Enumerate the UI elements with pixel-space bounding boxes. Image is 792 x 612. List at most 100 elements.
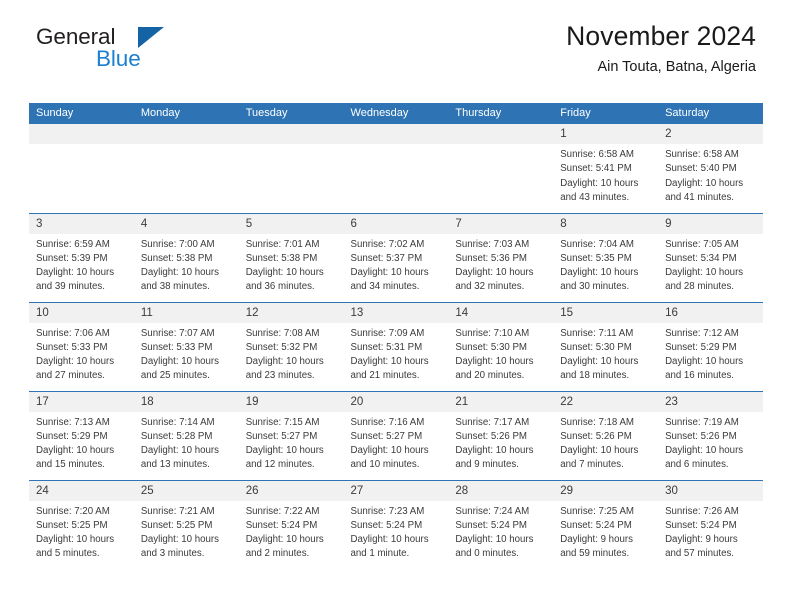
calendar-day-cell[interactable]: 6 Sunrise: 7:02 AM Sunset: 5:37 PM Daylight… <box>343 212 449 302</box>
day-number <box>343 124 449 144</box>
daylight-text-line2: and 10 minutes. <box>350 459 420 471</box>
day-number: 12 <box>238 302 344 323</box>
sun-times: Sunrise: 7:20 AM Sunset: 5:25 PM Daylight:… <box>29 501 134 562</box>
daylight-text-line1: Daylight: 10 hours <box>350 534 429 546</box>
calendar-day-cell[interactable]: 27 Sunrise: 7:23 AM Sunset: 5:24 PM Dayligh… <box>343 479 449 569</box>
calendar-day-cell[interactable]: 11 Sunrise: 7:07 AM Sunset: 5:33 PM Dayligh… <box>133 301 239 391</box>
calendar-week-row: 1 Sunrise: 6:58 AM Sunset: 5:41 PM Daylight… <box>29 124 763 213</box>
calendar-day-cell[interactable]: 19 Sunrise: 7:15 AM Sunset: 5:27 PM Dayligh… <box>238 390 344 480</box>
calendar-week-row: 10 Sunrise: 7:06 AM Sunset: 5:33 PM Dayligh… <box>29 301 763 391</box>
calendar-day-cell[interactable]: 7 Sunrise: 7:03 AM Sunset: 5:36 PM Daylight… <box>448 212 554 302</box>
sunrise-text: Sunrise: 7:12 AM <box>665 327 739 339</box>
weekday-header-sunday: Sunday <box>29 103 134 124</box>
calendar-body: 1 Sunrise: 6:58 AM Sunset: 5:41 PM Daylight… <box>29 124 763 569</box>
calendar-day-cell[interactable]: 20 Sunrise: 7:16 AM Sunset: 5:27 PM Dayligh… <box>343 390 449 480</box>
calendar-day-cell[interactable]: 22 Sunrise: 7:18 AM Sunset: 5:26 PM Dayligh… <box>553 390 659 480</box>
day-number: 6 <box>343 213 449 234</box>
sun-times: Sunrise: 7:06 AM Sunset: 5:33 PM Daylight:… <box>29 323 134 384</box>
sun-times: Sunrise: 7:04 AM Sunset: 5:35 PM Daylight:… <box>553 234 658 295</box>
sunrise-text: Sunrise: 7:25 AM <box>560 505 634 517</box>
daylight-text-line1: Daylight: 10 hours <box>560 177 639 189</box>
sun-times: Sunrise: 7:26 AM Sunset: 5:24 PM Daylight:… <box>658 501 763 562</box>
sunset-text: Sunset: 5:27 PM <box>245 430 318 442</box>
calendar-day-cell[interactable]: 10 Sunrise: 7:06 AM Sunset: 5:33 PM Dayligh… <box>29 301 134 391</box>
day-number: 7 <box>448 213 554 234</box>
daylight-text-line2: and 32 minutes. <box>455 281 525 293</box>
daylight-text-line2: and 38 minutes. <box>140 281 210 293</box>
calendar-day-cell[interactable]: 29 Sunrise: 7:25 AM Sunset: 5:24 PM Dayligh… <box>553 479 659 570</box>
calendar-day-cell[interactable]: 3 Sunrise: 6:59 AM Sunset: 5:39 PM Daylight… <box>29 212 134 302</box>
weekday-header-thursday: Thursday <box>448 103 554 124</box>
weekday-header-saturday: Saturday <box>658 103 763 124</box>
calendar-day-cell[interactable]: 26 Sunrise: 7:22 AM Sunset: 5:24 PM Dayligh… <box>238 479 344 569</box>
calendar-day-cell[interactable]: 2 Sunrise: 6:58 AM Sunset: 5:40 PM Daylight… <box>658 124 763 213</box>
sunrise-text: Sunrise: 7:01 AM <box>245 238 320 250</box>
daylight-text-line1: Daylight: 10 hours <box>140 445 219 457</box>
sun-times: Sunrise: 7:21 AM Sunset: 5:25 PM Daylight:… <box>134 501 239 562</box>
sunrise-text: Sunrise: 7:22 AM <box>245 505 320 517</box>
calendar-day-cell[interactable]: 30 Sunrise: 7:26 AM Sunset: 5:24 PM Dayligh… <box>658 479 763 569</box>
calendar-day-cell[interactable]: 8 Sunrise: 7:04 AM Sunset: 5:35 PM Daylight… <box>553 212 659 302</box>
day-cell-inner: 22 Sunrise: 7:18 AM Sunset: 5:26 PM Dayligh… <box>553 391 659 480</box>
logo-text-blue: Blue <box>96 46 141 71</box>
day-cell-inner: 29 Sunrise: 7:25 AM Sunset: 5:24 PM Dayligh… <box>553 480 659 570</box>
day-number: 22 <box>553 391 659 412</box>
calendar-day-cell[interactable]: 18 Sunrise: 7:14 AM Sunset: 5:28 PM Dayligh… <box>133 390 239 480</box>
calendar-day-cell[interactable]: 4 Sunrise: 7:00 AM Sunset: 5:38 PM Daylight… <box>133 212 239 302</box>
day-number: 13 <box>343 302 449 323</box>
day-number <box>238 124 344 144</box>
calendar-day-cell-empty <box>29 124 134 213</box>
daylight-text-line2: and 57 minutes. <box>665 548 734 560</box>
daylight-text-line2: and 3 minutes. <box>140 548 205 560</box>
calendar-day-cell[interactable]: 13 Sunrise: 7:09 AM Sunset: 5:31 PM Dayligh… <box>343 301 449 391</box>
sunrise-text: Sunrise: 7:10 AM <box>455 327 530 339</box>
sunrise-text: Sunrise: 7:06 AM <box>36 327 110 339</box>
daylight-text-line2: and 9 minutes. <box>455 459 519 471</box>
calendar-day-cell[interactable]: 15 Sunrise: 7:11 AM Sunset: 5:30 PM Dayligh… <box>553 301 659 391</box>
calendar-day-cell[interactable]: 9 Sunrise: 7:05 AM Sunset: 5:34 PM Daylight… <box>658 212 763 302</box>
calendar-day-cell[interactable]: 25 Sunrise: 7:21 AM Sunset: 5:25 PM Dayligh… <box>133 479 239 569</box>
daylight-text-line1: Daylight: 9 hours <box>665 534 738 546</box>
sunrise-text: Sunrise: 7:18 AM <box>560 416 634 428</box>
sunset-text: Sunset: 5:29 PM <box>665 341 737 353</box>
sun-times: Sunrise: 7:02 AM Sunset: 5:37 PM Daylight:… <box>344 234 449 295</box>
general-blue-logo[interactable]: General Blue <box>36 25 186 82</box>
calendar-day-cell[interactable]: 12 Sunrise: 7:08 AM Sunset: 5:32 PM Dayligh… <box>238 301 344 391</box>
calendar-day-cell[interactable]: 21 Sunrise: 7:17 AM Sunset: 5:26 PM Dayligh… <box>448 390 554 480</box>
daylight-text-line1: Daylight: 10 hours <box>560 267 639 279</box>
weekday-header-row: Sunday Monday Tuesday Wednesday Thursday… <box>29 103 763 124</box>
sunrise-text: Sunrise: 6:58 AM <box>560 149 634 160</box>
sunrise-text: Sunrise: 7:08 AM <box>245 327 320 339</box>
calendar-day-cell-empty <box>133 124 239 213</box>
sun-times: Sunrise: 7:01 AM Sunset: 5:38 PM Daylight:… <box>239 234 344 295</box>
day-number: 4 <box>133 213 239 234</box>
calendar-day-cell[interactable]: 16 Sunrise: 7:12 AM Sunset: 5:29 PM Dayligh… <box>658 301 763 391</box>
sun-times: Sunrise: 7:05 AM Sunset: 5:34 PM Daylight:… <box>658 234 763 295</box>
day-cell-inner: 4 Sunrise: 7:00 AM Sunset: 5:38 PM Daylight… <box>133 213 239 302</box>
daylight-text-line1: Daylight: 10 hours <box>245 534 324 546</box>
calendar-grid: Sunday Monday Tuesday Wednesday Thursday… <box>29 103 763 569</box>
daylight-text-line1: Daylight: 10 hours <box>245 445 324 457</box>
daylight-text-line1: Daylight: 10 hours <box>665 267 744 279</box>
day-number: 17 <box>29 391 134 412</box>
day-number <box>29 124 134 144</box>
day-number <box>448 124 554 144</box>
calendar-day-cell[interactable]: 1 Sunrise: 6:58 AM Sunset: 5:41 PM Daylight… <box>553 124 659 213</box>
calendar-day-cell[interactable]: 23 Sunrise: 7:19 AM Sunset: 5:26 PM Dayligh… <box>658 390 763 480</box>
daylight-text-line2: and 39 minutes. <box>36 281 105 293</box>
calendar-day-cell[interactable]: 28 Sunrise: 7:24 AM Sunset: 5:24 PM Dayligh… <box>448 479 554 569</box>
day-number: 10 <box>29 302 134 323</box>
day-number: 26 <box>238 480 344 501</box>
sunrise-text: Sunrise: 7:17 AM <box>455 416 530 428</box>
calendar-day-cell[interactable]: 14 Sunrise: 7:10 AM Sunset: 5:30 PM Dayligh… <box>448 301 554 391</box>
daylight-text-line2: and 13 minutes. <box>140 459 210 471</box>
sunset-text: Sunset: 5:37 PM <box>350 252 423 264</box>
calendar-day-cell[interactable]: 17 Sunrise: 7:13 AM Sunset: 5:29 PM Dayligh… <box>29 390 134 480</box>
calendar-day-cell[interactable]: 5 Sunrise: 7:01 AM Sunset: 5:38 PM Daylight… <box>238 212 344 302</box>
sunset-text: Sunset: 5:33 PM <box>140 341 213 353</box>
day-number: 30 <box>658 480 763 501</box>
day-cell-inner: 14 Sunrise: 7:10 AM Sunset: 5:30 PM Dayligh… <box>448 302 554 391</box>
calendar-week-row: 24 Sunrise: 7:20 AM Sunset: 5:25 PM Dayligh… <box>29 479 763 570</box>
day-number: 27 <box>343 480 449 501</box>
calendar-day-cell[interactable]: 24 Sunrise: 7:20 AM Sunset: 5:25 PM Dayligh… <box>29 479 134 569</box>
